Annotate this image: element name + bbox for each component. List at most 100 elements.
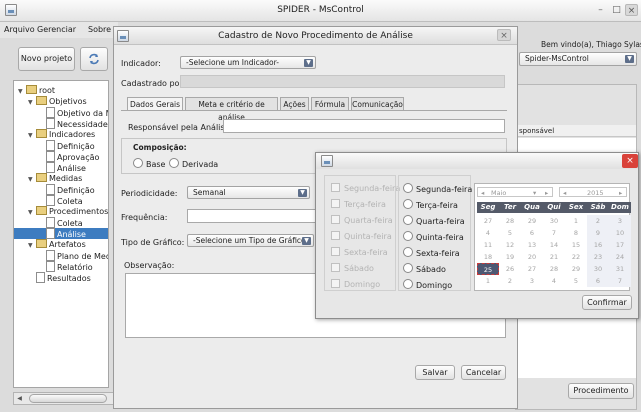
calendar-day[interactable]: 30 — [543, 215, 565, 227]
frequency-input[interactable] — [187, 209, 316, 223]
calendar-day[interactable]: 6 — [587, 275, 609, 287]
tree-item[interactable]: Resultados — [14, 272, 108, 283]
month-spinner[interactable]: ◂ Maio ▾ ▸ — [477, 187, 553, 197]
calendar-day[interactable]: 25 — [477, 263, 499, 275]
calendar-day[interactable]: 6 — [521, 227, 543, 239]
navigation-tree[interactable]: ▼root▼Objetivos Objetivo da Me Necessidade… — [13, 80, 109, 388]
tree-item[interactable]: ▼ Artefatos — [14, 239, 108, 250]
calendar-day[interactable]: 21 — [543, 251, 565, 263]
calendar-day[interactable]: 26 — [499, 263, 521, 275]
tree-item[interactable]: Plano de Medi — [14, 250, 108, 261]
calendar-day[interactable]: 23 — [587, 251, 609, 263]
calendar-day[interactable]: 10 — [609, 227, 631, 239]
refresh-button[interactable] — [80, 47, 108, 71]
calendar-day[interactable]: 8 — [565, 227, 587, 239]
tab-meta-criterio[interactable]: Meta e critério de análise — [185, 97, 278, 122]
weekday-radio[interactable]: Terça-feira — [403, 199, 458, 210]
weekday-checkbox[interactable]: Sábado — [331, 263, 374, 273]
graph-type-select[interactable]: -Selecione um Tipo de Gráfico- ▼ — [187, 234, 314, 247]
weekday-checkbox[interactable]: Terça-feira — [331, 199, 386, 209]
year-next-icon[interactable]: ▸ — [619, 188, 622, 198]
tree-item[interactable]: Análise — [14, 162, 108, 173]
popup-close-button[interactable]: × — [622, 154, 638, 168]
month-dropdown-icon[interactable]: ▾ — [533, 188, 536, 198]
tree-item[interactable]: Relatório — [14, 261, 108, 272]
year-spinner[interactable]: ◂ 2015 ▸ — [559, 187, 627, 197]
indicator-select[interactable]: -Selecione um Indicador- ▼ — [180, 56, 316, 69]
weekday-checkbox[interactable]: Quarta-feira — [331, 215, 393, 225]
calendar-day[interactable]: 17 — [609, 239, 631, 251]
month-prev-icon[interactable]: ◂ — [481, 188, 484, 198]
calendar-day[interactable]: 9 — [587, 227, 609, 239]
new-project-button[interactable]: Novo projeto — [18, 47, 75, 71]
tree-item[interactable]: ▼ root — [14, 85, 108, 96]
weekday-checkbox[interactable]: Sexta-feira — [331, 247, 388, 257]
procedure-button[interactable]: Procedimento — [568, 383, 634, 399]
calendar-day[interactable]: 16 — [587, 239, 609, 251]
calendar-day[interactable]: 20 — [521, 251, 543, 263]
calendar-day[interactable]: 1 — [477, 275, 499, 287]
tree-item[interactable]: Análise — [14, 228, 108, 239]
weekday-radio[interactable]: Quarta-feira — [403, 215, 465, 226]
calendar-day[interactable]: 12 — [499, 239, 521, 251]
calendar-day[interactable]: 4 — [543, 275, 565, 287]
tree-item[interactable]: Aprovação — [14, 151, 108, 162]
calendar-day[interactable]: 27 — [477, 215, 499, 227]
tab-formula[interactable]: Fórmula — [311, 97, 349, 110]
calendar-day[interactable]: 28 — [543, 263, 565, 275]
tree-item[interactable]: ▼ Medidas — [14, 173, 108, 184]
menu-sobre[interactable]: Sobre — [88, 25, 111, 34]
calendar-day[interactable]: 1 — [565, 215, 587, 227]
save-button[interactable]: Salvar — [415, 365, 455, 380]
periodicity-select[interactable]: Semanal ▼ — [187, 186, 310, 199]
weekday-radio[interactable]: Quinta-feira — [403, 231, 464, 242]
weekday-checkbox[interactable]: Domingo — [331, 279, 380, 289]
month-next-icon[interactable]: ▸ — [545, 188, 548, 198]
scroll-left-icon[interactable]: ◀ — [15, 394, 24, 403]
weekday-radio[interactable]: Sábado — [403, 263, 446, 274]
calendar-day[interactable]: 22 — [565, 251, 587, 263]
calendar-day[interactable]: 14 — [543, 239, 565, 251]
calendar-day[interactable]: 7 — [609, 275, 631, 287]
confirm-button[interactable]: Confirmar — [582, 295, 632, 310]
project-select[interactable]: Spider-MsControl ▼ — [519, 52, 637, 66]
tree-item[interactable]: Coleta — [14, 217, 108, 228]
year-prev-icon[interactable]: ◂ — [563, 188, 566, 198]
tree-item[interactable]: Necessidade — [14, 118, 108, 129]
calendar-day[interactable]: 5 — [565, 275, 587, 287]
calendar-day[interactable]: 24 — [609, 251, 631, 263]
tab-comunicacao[interactable]: Comunicação — [351, 97, 404, 110]
responsible-input[interactable] — [223, 119, 505, 133]
cancel-button[interactable]: Cancelar — [461, 365, 506, 380]
weekday-radio[interactable]: Segunda-feira — [403, 183, 472, 194]
scroll-thumb[interactable] — [29, 394, 107, 403]
tab-dados-gerais[interactable]: Dados Gerais — [127, 97, 183, 111]
calendar-day[interactable]: 5 — [499, 227, 521, 239]
calendar-day[interactable]: 11 — [477, 239, 499, 251]
calendar-day[interactable]: 4 — [477, 227, 499, 239]
tree-item[interactable]: Definição — [14, 184, 108, 195]
calendar-day[interactable]: 31 — [609, 263, 631, 275]
close-window-button[interactable]: × — [625, 4, 638, 16]
tree-item[interactable]: ▼ Procedimentos — [14, 206, 108, 217]
calendar-day[interactable]: 13 — [521, 239, 543, 251]
calendar-day[interactable]: 27 — [521, 263, 543, 275]
calendar-day[interactable]: 19 — [499, 251, 521, 263]
calendar-day[interactable]: 2 — [587, 215, 609, 227]
calendar-day[interactable]: 29 — [521, 215, 543, 227]
calendar-day[interactable]: 15 — [565, 239, 587, 251]
calendar-day[interactable]: 3 — [521, 275, 543, 287]
weekday-checkbox[interactable]: Segunda-feira — [331, 183, 400, 193]
calendar-day[interactable]: 7 — [543, 227, 565, 239]
dialog-close-button[interactable]: × — [497, 29, 511, 41]
calendar-day[interactable]: 2 — [499, 275, 521, 287]
menu-arquivo[interactable]: Arquivo — [4, 25, 35, 34]
calendar-day[interactable]: 28 — [499, 215, 521, 227]
tree-item[interactable]: Coleta — [14, 195, 108, 206]
menu-gerenciar[interactable]: Gerenciar — [37, 25, 76, 34]
calendar-day[interactable]: 18 — [477, 251, 499, 263]
tree-item[interactable]: Definição — [14, 140, 108, 151]
tree-item[interactable]: Objetivo da Me — [14, 107, 108, 118]
weekday-radio[interactable]: Domingo — [403, 279, 452, 290]
composition-base-option[interactable]: Base — [133, 158, 165, 169]
